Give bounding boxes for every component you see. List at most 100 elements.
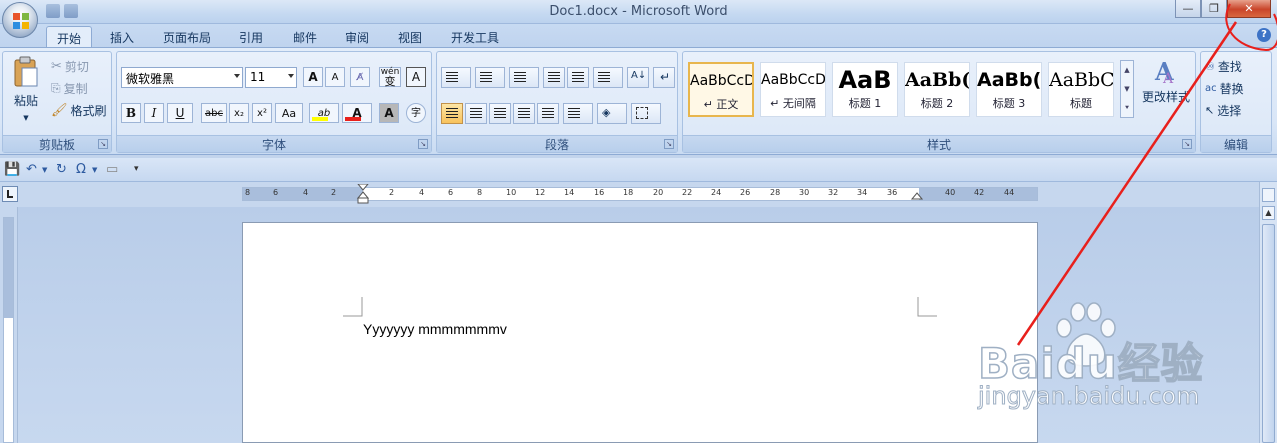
- highlight-swatch: [312, 117, 328, 121]
- justify-button[interactable]: [513, 103, 535, 124]
- close-button[interactable]: ✕: [1227, 0, 1271, 18]
- chevron-down-icon[interactable]: ▼: [92, 166, 97, 182]
- ruler-tick-label: 26: [740, 188, 751, 197]
- symbol-icon[interactable]: Ω: [76, 162, 86, 178]
- minimize-button[interactable]: —: [1175, 0, 1201, 18]
- paste-button[interactable]: 粘贴 ▼: [7, 56, 45, 126]
- underline-button[interactable]: U: [167, 103, 193, 123]
- window-controls: — ❐ ✕: [1175, 0, 1271, 18]
- office-button[interactable]: [2, 2, 38, 38]
- copy-button[interactable]: ⎘ 复制: [51, 78, 88, 98]
- asian-layout-button[interactable]: [593, 67, 623, 88]
- replace-button[interactable]: ac 替换: [1205, 78, 1244, 98]
- font-color-swatch: [345, 117, 361, 121]
- styles-scroll[interactable]: ▲ ▼ ⯆: [1120, 60, 1134, 118]
- highlight-button[interactable]: ab: [309, 103, 339, 123]
- italic-label: I: [151, 106, 157, 120]
- align-left-button[interactable]: [441, 103, 463, 124]
- style-heading-3[interactable]: AaBb( 标题 3: [976, 62, 1042, 117]
- increase-indent-icon: [572, 72, 584, 84]
- scrollbar-thumb[interactable]: [1262, 224, 1275, 443]
- shading-button[interactable]: ◈: [597, 103, 627, 124]
- right-indent-marker-icon[interactable]: [911, 192, 923, 202]
- tab-mailings[interactable]: 邮件: [283, 26, 327, 48]
- phonetic-guide-button[interactable]: wén 变: [379, 67, 401, 87]
- tab-review[interactable]: 审阅: [335, 26, 379, 48]
- line-spacing-button[interactable]: [563, 103, 593, 124]
- style-no-spacing[interactable]: AaBbCcD ↵ 无间隔: [760, 62, 826, 117]
- show-marks-button[interactable]: ↵: [653, 67, 675, 88]
- change-case-button[interactable]: Aa: [275, 103, 303, 123]
- subscript-button[interactable]: x₂: [229, 103, 249, 123]
- clipboard-group-label: 剪贴板: [3, 135, 111, 152]
- style-title[interactable]: AaBbC 标题: [1048, 62, 1114, 117]
- style-normal[interactable]: AaBbCcD ↵ 正文: [688, 62, 754, 117]
- strikethrough-button[interactable]: abc: [201, 103, 227, 123]
- tab-developer[interactable]: 开发工具: [441, 26, 509, 48]
- styles-launcher-icon[interactable]: ↘: [1182, 139, 1192, 149]
- align-right-button[interactable]: [489, 103, 511, 124]
- change-styles-button[interactable]: A A 更改样式: [1139, 56, 1193, 126]
- ruler-tick-label: 30: [799, 188, 810, 197]
- superscript-button[interactable]: x²: [252, 103, 272, 123]
- style-normal-sample: AaBbCcD: [690, 73, 752, 89]
- clear-format-button[interactable]: A̸: [350, 67, 370, 87]
- char-border-button[interactable]: A: [406, 67, 426, 87]
- asian-layout-icon: [598, 72, 610, 84]
- editing-group-label: 编辑: [1201, 135, 1271, 152]
- document-text[interactable]: Yyyyyyy mmmmmmmv: [363, 321, 507, 337]
- distributed-button[interactable]: [537, 103, 559, 124]
- decrease-indent-button[interactable]: [543, 67, 565, 88]
- multilevel-list-button[interactable]: [509, 67, 539, 88]
- ruler-tick-label: 12: [535, 188, 546, 197]
- tab-view[interactable]: 视图: [388, 26, 432, 48]
- document-page[interactable]: Yyyyyyy mmmmmmmv: [242, 222, 1038, 443]
- borders-button[interactable]: [631, 103, 661, 124]
- shrink-font-button[interactable]: A: [325, 67, 345, 87]
- bullets-button[interactable]: [441, 67, 471, 88]
- find-button[interactable]: ♾ 查找: [1205, 56, 1242, 76]
- numbering-button[interactable]: [475, 67, 505, 88]
- style-heading-2[interactable]: AaBb( 标题 2: [904, 62, 970, 117]
- customize-qat-icon[interactable]: ▾: [134, 164, 139, 180]
- sort-button[interactable]: A↓: [627, 67, 649, 88]
- clipboard-launcher-icon[interactable]: ↘: [98, 139, 108, 149]
- tab-page-layout[interactable]: 页面布局: [153, 26, 221, 48]
- format-painter-button[interactable]: 🖌 格式刷: [51, 100, 107, 120]
- tab-home[interactable]: 开始: [46, 26, 93, 49]
- enclose-char-button[interactable]: 字: [406, 103, 426, 123]
- undo-icon[interactable]: ↶: [26, 162, 37, 178]
- tab-references[interactable]: 引用: [229, 26, 273, 48]
- redo-icon[interactable]: ↻: [56, 162, 67, 178]
- style-heading-1[interactable]: AaB 标题 1: [832, 62, 898, 117]
- ruler-tick-label: 8: [245, 188, 251, 197]
- style-no-spacing-label: ↵ 无间隔: [770, 97, 816, 110]
- ruler-icon[interactable]: ▭: [106, 162, 118, 178]
- horizontal-ruler[interactable]: 8 6 4 2 2 4 6 8 10 12 14 16 18 20 22 24 26 28 30 32 34 36 40 42…: [242, 184, 1038, 204]
- increase-indent-button[interactable]: [567, 67, 589, 88]
- tab-selector-icon[interactable]: [2, 186, 18, 202]
- indent-marker-icon[interactable]: [357, 184, 369, 204]
- font-color-button[interactable]: A: [342, 103, 372, 123]
- select-button[interactable]: ↖ 选择: [1205, 100, 1241, 120]
- font-family-select[interactable]: 微软雅黑: [121, 67, 243, 88]
- char-shading-button[interactable]: A: [379, 103, 399, 123]
- restore-button[interactable]: ❐: [1201, 0, 1227, 18]
- view-ruler-toggle-icon[interactable]: [1262, 188, 1275, 202]
- cut-button[interactable]: ✂ 剪切: [51, 56, 89, 76]
- tab-insert[interactable]: 插入: [100, 26, 144, 48]
- align-center-button[interactable]: [465, 103, 487, 124]
- scroll-up-button[interactable]: ▲: [1262, 206, 1275, 220]
- vertical-ruler[interactable]: [0, 207, 18, 443]
- paragraph-launcher-icon[interactable]: ↘: [664, 139, 674, 149]
- cut-label: 剪切: [64, 59, 89, 74]
- italic-button[interactable]: I: [144, 103, 164, 123]
- vertical-scrollbar[interactable]: ▲: [1259, 182, 1277, 443]
- font-size-select[interactable]: 11: [245, 67, 297, 88]
- grow-font-button[interactable]: A: [303, 67, 323, 87]
- help-icon[interactable]: ?: [1257, 28, 1271, 42]
- chevron-down-icon[interactable]: ▼: [42, 166, 47, 182]
- font-launcher-icon[interactable]: ↘: [418, 139, 428, 149]
- bold-button[interactable]: B: [121, 103, 141, 123]
- save-icon[interactable]: 💾: [4, 162, 20, 178]
